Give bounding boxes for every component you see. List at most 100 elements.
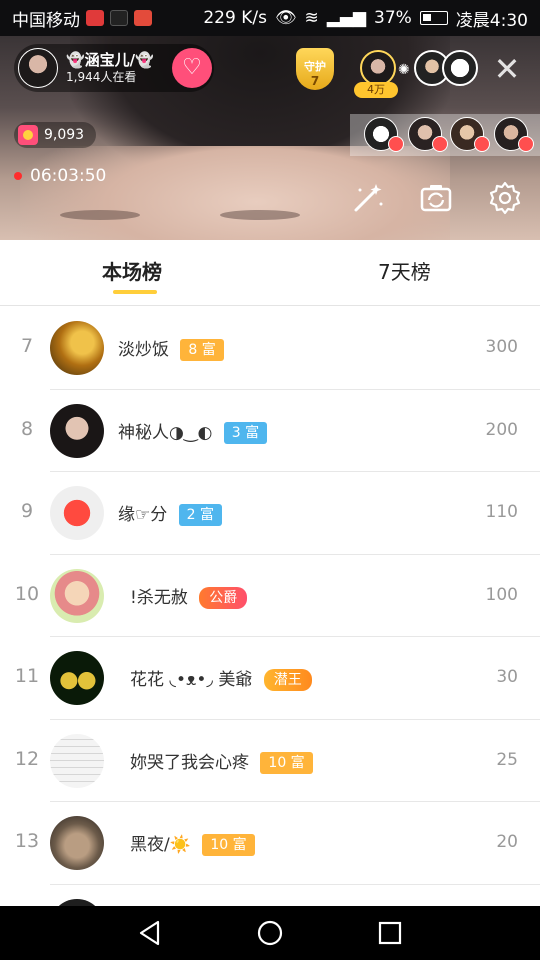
user-name-text: 黑夜/☀️ [130, 835, 191, 855]
user-name: !杀无赦 公爵 [130, 583, 248, 609]
notification-app-icon [134, 10, 152, 26]
carrier-label: 中国移动 [12, 10, 80, 31]
rank-number: 13 [14, 830, 40, 852]
list-item[interactable]: 12 妳哭了我会心疼 10 富 25 [0, 720, 540, 803]
avatar[interactable] [50, 733, 104, 788]
avatar[interactable] [50, 651, 104, 705]
avatar[interactable] [50, 568, 104, 623]
circle-home-icon[interactable] [256, 919, 284, 947]
status-bar-right: 229 K/s 👁 ≋ ▂▄▆ 37% 凌晨4:30 [203, 6, 528, 31]
eye-icon: 👁 [274, 8, 297, 28]
score: 100 [485, 584, 518, 605]
list-item[interactable]: 9 缘☞分 2 富 110 [0, 472, 540, 555]
rank-number: 7 [20, 335, 34, 357]
user-name: 花花 ◟•ᴥ•◞ 美爺 潜王 [130, 665, 312, 691]
user-name-text: 花花 ◟•ᴥ•◞ 美爺 [130, 670, 253, 690]
rank-number: 12 [14, 747, 40, 770]
coin-amount: 9,093 [44, 127, 85, 143]
status-bar: 中国移动 229 K/s 👁 ≋ ▂▄▆ 37% 凌晨4:30 [0, 0, 540, 36]
list-item[interactable]: 8 神秘人◑‿◐ 3 富 200 [0, 390, 540, 473]
user-name-text: 淡炒饭 [118, 340, 169, 360]
close-button[interactable]: ✕ [490, 52, 524, 86]
user-name: 神秘人◑‿◐ 3 富 [118, 418, 268, 444]
system-navigation-bar [0, 906, 540, 960]
coin-counter[interactable]: 9,093 [14, 122, 97, 148]
ranking-tabs: 本场榜 7天榜 [0, 240, 540, 306]
camera-flip-icon[interactable] [418, 180, 454, 216]
top-viewer-badge: 4万 [354, 82, 398, 98]
heart-plus-icon: ♡ [182, 55, 202, 80]
user-name-text: 缘☞分 [118, 505, 168, 525]
coin-icon [18, 125, 38, 145]
live-video-preview[interactable]: 👻涵宝儿/👻 1,944人在看 ♡ 守护 7 4万 ✺ ✕ 9,093 06:0… [0, 36, 540, 240]
host-name: 👻涵宝儿/👻 [66, 51, 154, 69]
guard-mini-icon [432, 136, 448, 152]
triangle-back-icon[interactable] [136, 919, 164, 947]
user-name: 妳哭了我会心疼 10 富 [130, 748, 313, 774]
host-info: 👻涵宝儿/👻 1,944人在看 [66, 51, 154, 85]
user-name-text: 妳哭了我会心疼 [130, 752, 249, 773]
score: 200 [485, 419, 518, 440]
user-name: 淡炒饭 8 富 [118, 335, 224, 361]
guard-mini-icon [388, 136, 404, 152]
avatar[interactable] [50, 321, 104, 375]
user-name: 缘☞分 2 富 [118, 500, 223, 526]
wealth-badge: 3 富 [223, 421, 268, 444]
ranking-list: 7 淡炒饭 8 富 300 8 神秘人◑‿◐ 3 富 200 9 缘☞分 2 富 [0, 307, 540, 953]
wealth-badge: 10 富 [202, 834, 255, 856]
score: 30 [496, 667, 518, 687]
user-name-text: !杀无赦 [130, 587, 188, 608]
score: 25 [496, 749, 518, 770]
user-name: 黑夜/☀️ 10 富 [130, 830, 255, 856]
user-name-text: 神秘人◑‿◐ [118, 422, 213, 443]
battery-percent: 37% [374, 8, 412, 28]
video-right-eye [220, 210, 300, 220]
loading-spark-icon: ✺ [398, 62, 410, 78]
list-item[interactable]: 7 淡炒饭 8 富 300 [0, 307, 540, 390]
score: 20 [496, 832, 518, 852]
top-viewer-avatar[interactable] [360, 50, 396, 86]
close-icon: ✕ [493, 50, 521, 88]
rank-number: 11 [14, 665, 40, 687]
host-avatar[interactable] [18, 48, 58, 88]
recording-dot-icon [14, 172, 22, 180]
guard-mini-icon [474, 136, 490, 152]
network-speed: 229 K/s [203, 8, 267, 28]
list-item[interactable]: 11 花花 ◟•ᴥ•◞ 美爺 潜王 30 [0, 637, 540, 720]
wealth-badge: 10 富 [260, 751, 313, 774]
app-root: 中国移动 229 K/s 👁 ≋ ▂▄▆ 37% 凌晨4:30 👻涵宝儿/👻 1… [0, 0, 540, 960]
host-info-pill[interactable]: 👻涵宝儿/👻 1,944人在看 ♡ [14, 44, 214, 92]
list-item[interactable]: 10 !杀无赦 公爵 100 [0, 555, 540, 638]
wealth-badge: 2 富 [178, 504, 223, 526]
active-tab-indicator [113, 290, 157, 294]
score: 300 [485, 337, 518, 357]
viewer-avatar[interactable] [442, 50, 478, 86]
guard-badge[interactable]: 守护 7 [292, 44, 338, 94]
video-left-eye [60, 210, 140, 220]
guard-mini-icon [518, 136, 534, 152]
tab-seven-day[interactable]: 7天榜 [378, 256, 431, 285]
guard-count: 7 [310, 74, 320, 88]
list-item[interactable]: 13 黑夜/☀️ 10 富 20 [0, 802, 540, 885]
viewer-count: 1,944人在看 [66, 70, 137, 84]
battery-icon [419, 11, 448, 25]
rank-number: 10 [14, 582, 40, 605]
follow-button[interactable]: ♡ [172, 48, 212, 88]
avatar[interactable] [50, 486, 104, 540]
noble-badge: 公爵 [199, 586, 248, 609]
clock: 凌晨4:30 [455, 10, 528, 31]
square-recent-icon[interactable] [376, 919, 404, 947]
magic-wand-icon[interactable] [350, 180, 386, 216]
wifi-icon: ≋ [304, 8, 319, 28]
rank-number: 8 [20, 417, 34, 440]
noble-badge: 潜王 [263, 669, 312, 691]
avatar[interactable] [50, 816, 104, 870]
gear-icon[interactable] [487, 180, 523, 216]
elapsed-time: 06:03:50 [30, 166, 107, 186]
tab-current-session[interactable]: 本场榜 [102, 256, 162, 285]
viewer-strip [350, 114, 540, 156]
avatar[interactable] [50, 403, 104, 458]
rank-number: 9 [20, 500, 34, 522]
music-app-icon [110, 10, 128, 26]
guard-label: 守护 [304, 60, 326, 73]
